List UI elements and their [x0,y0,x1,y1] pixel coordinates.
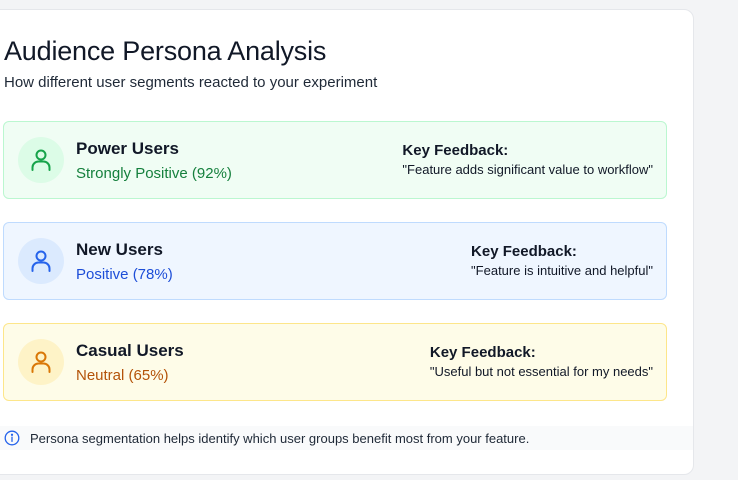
persona-sentiment: Strongly Positive (92%) [76,165,232,182]
persona-sentiment: Positive (78%) [76,266,173,283]
persona-feedback: Key Feedback: "Useful but not essential … [430,344,653,379]
feedback-quote: "Feature adds significant value to workf… [402,162,653,177]
persona-name: Casual Users [76,341,184,360]
info-icon [4,430,20,451]
feedback-quote: "Useful but not essential for my needs" [429,364,653,379]
user-icon [18,238,64,284]
persona-name: New Users [76,240,163,259]
persona-card-new-users: New Users Positive (78%) Key Feedback: "… [3,222,667,300]
persona-card-power-users: Power Users Strongly Positive (92%) Key … [3,121,667,199]
page-subtitle: How different user segments reacted to y… [4,74,378,91]
feedback-quote: "Feature is intuitive and helpful" [471,263,653,278]
persona-sentiment: Neutral (65%) [76,367,169,384]
feedback-label: Key Feedback: [402,142,509,159]
persona-feedback: Key Feedback: "Feature adds significant … [402,142,653,177]
page-title: Audience Persona Analysis [4,36,327,66]
persona-feedback: Key Feedback: "Feature is intuitive and … [471,243,653,278]
feedback-label: Key Feedback: [471,243,577,260]
persona-name: Power Users [76,139,179,158]
footer-note: Persona segmentation helps identify whic… [30,431,530,446]
persona-card-casual-users: Casual Users Neutral (65%) Key Feedback:… [3,323,667,401]
feedback-label: Key Feedback: [429,344,536,361]
user-icon [18,137,64,183]
user-icon [18,339,64,385]
